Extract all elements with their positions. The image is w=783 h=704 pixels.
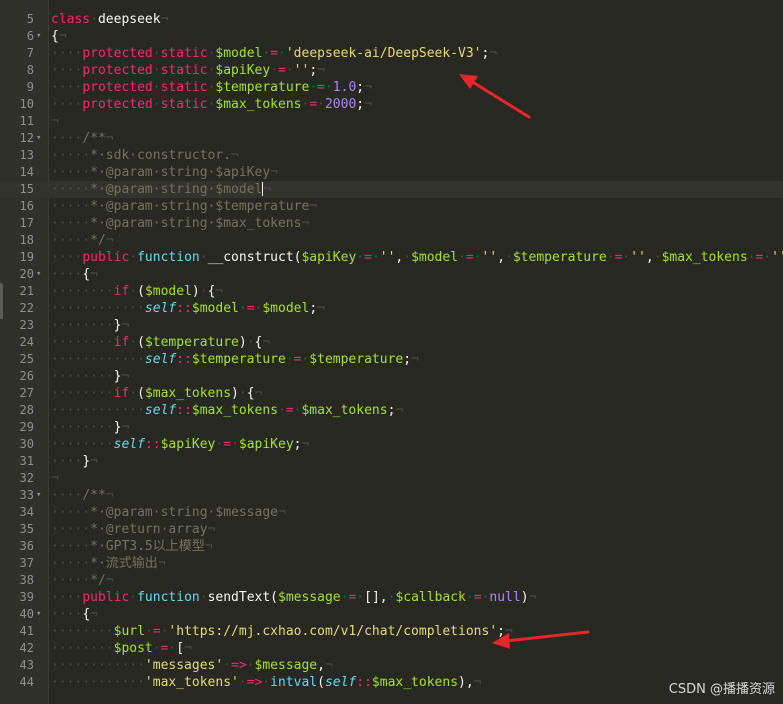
watermark-text: CSDN @播播资源 <box>668 682 775 697</box>
code-editor[interactable]: 5 class·deepseek¬ 6 ▾ {¬ 7 ····protected·stati… <box>0 0 783 704</box>
red-arrow-annotation-url <box>492 630 590 649</box>
